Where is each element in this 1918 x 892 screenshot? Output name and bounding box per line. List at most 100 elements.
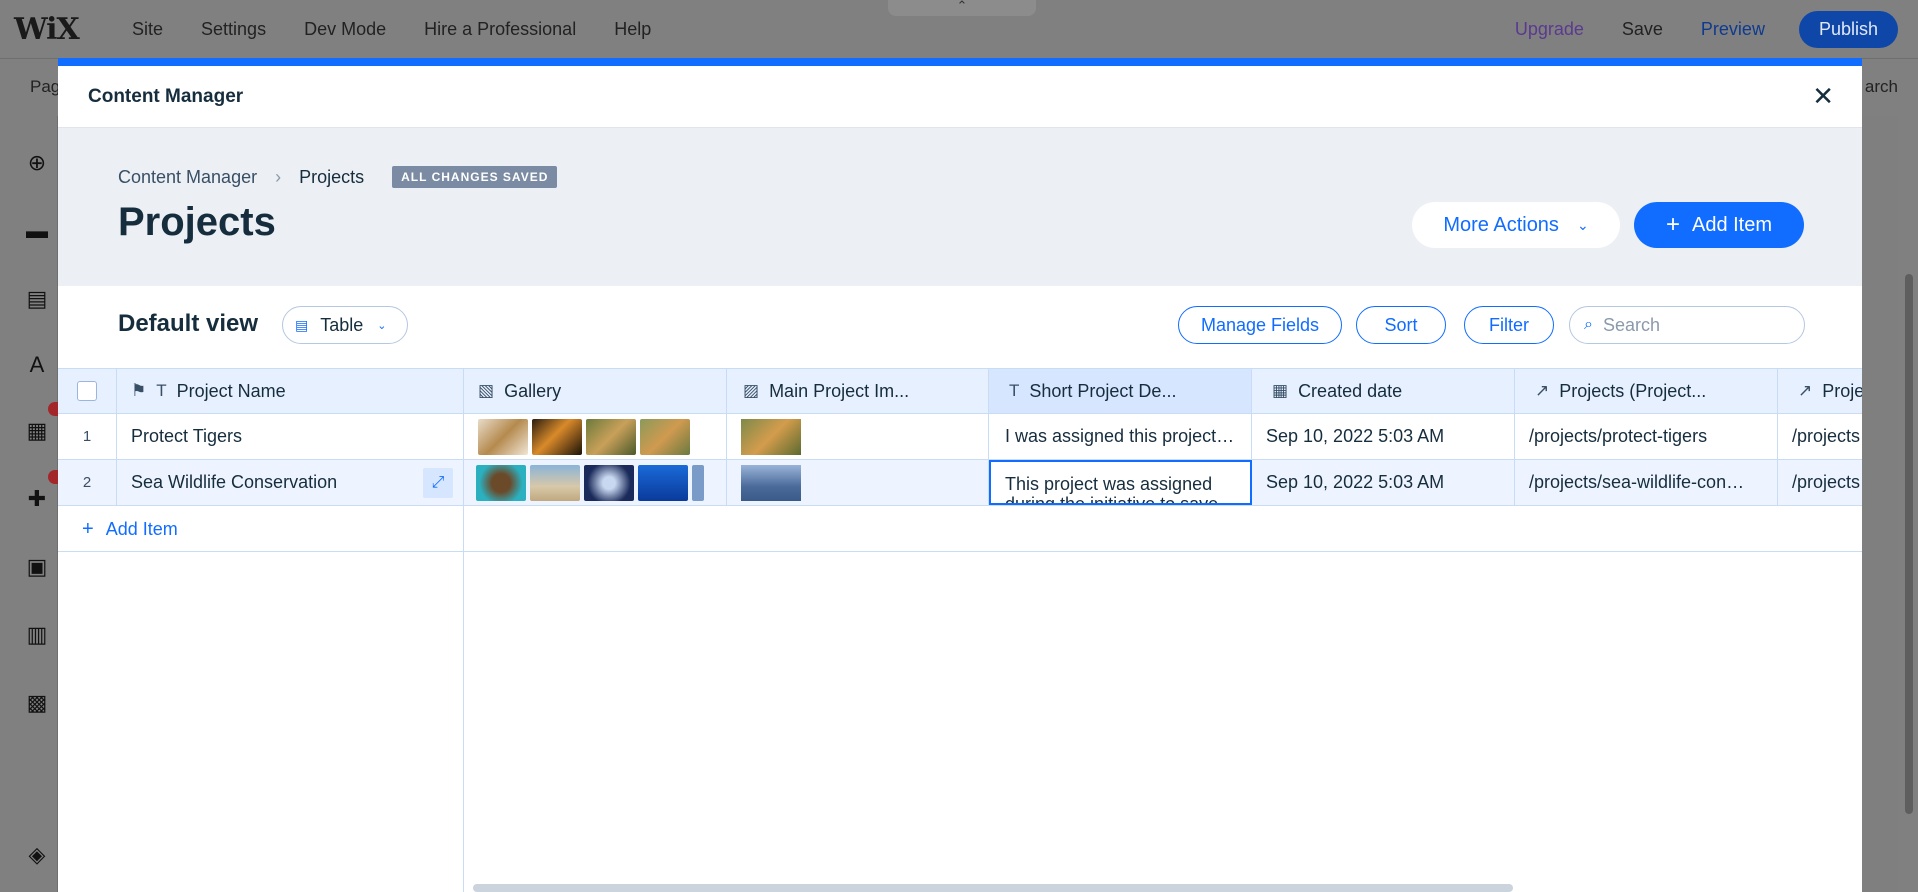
- breadcrumb-root[interactable]: Content Manager: [118, 167, 257, 188]
- add-item-row-label: Add Item: [105, 519, 178, 539]
- table-icon: ▤: [295, 316, 309, 333]
- preview-link[interactable]: Preview: [1701, 19, 1765, 40]
- view-type-label: Table: [320, 314, 364, 335]
- column-header-short-description[interactable]: T Short Project De...: [989, 369, 1252, 413]
- gallery-thumbnail: [478, 418, 528, 455]
- portfolio-icon[interactable]: ▩: [24, 690, 50, 716]
- column-header-created-date[interactable]: ▦ Created date: [1252, 369, 1515, 413]
- table-header-row: ⚑ T Project Name ▧ Gallery ▨ Main Projec…: [58, 368, 1862, 414]
- main-image-cell[interactable]: [727, 414, 989, 459]
- view-type-dropdown[interactable]: ▤ Table ⌄: [282, 306, 408, 344]
- row-number: 1: [58, 414, 117, 459]
- table-row[interactable]: 1 Protect Tigers I was assigned this pro…: [58, 414, 1862, 460]
- nav-hire-professional[interactable]: Hire a Professional: [424, 19, 576, 40]
- chevron-down-icon: ⌄: [377, 319, 387, 332]
- description-cell[interactable]: I was assigned this project…: [989, 414, 1252, 459]
- search-field[interactable]: ⌕: [1569, 306, 1805, 344]
- text-icon: T: [156, 381, 167, 400]
- editor-actions: Upgrade Save Preview Publish: [1515, 11, 1898, 48]
- editor-top-bar: WiX Site Settings Dev Mode Hire a Profes…: [0, 0, 1918, 58]
- pages-menu[interactable]: Pag: [30, 77, 60, 97]
- add-item-row: + Add Item: [58, 506, 1862, 552]
- main-image-thumbnail: [741, 418, 801, 455]
- select-all-checkbox[interactable]: [77, 381, 97, 401]
- more-actions-button[interactable]: More Actions ⌄: [1412, 202, 1620, 248]
- cms-icon[interactable]: ▥: [24, 622, 50, 648]
- image-icon: ▨: [743, 381, 760, 400]
- add-elements-icon[interactable]: ⊕: [24, 150, 50, 176]
- created-date-cell[interactable]: Sep 10, 2022 5:03 AM: [1252, 460, 1515, 505]
- external-link-icon: ↗: [1535, 381, 1550, 400]
- layers-icon[interactable]: ◈: [24, 842, 50, 868]
- filter-button[interactable]: Filter: [1464, 306, 1554, 344]
- theme-icon[interactable]: A: [24, 352, 50, 378]
- save-link[interactable]: Save: [1622, 19, 1663, 40]
- column-header-main-image[interactable]: ▨ Main Project Im...: [727, 369, 989, 413]
- media-icon[interactable]: ▣: [24, 554, 50, 580]
- content-manager-modal: Content Manager ✕ Content Manager › Proj…: [58, 58, 1862, 892]
- scrollbar-thumb[interactable]: [1905, 274, 1913, 814]
- main-image-cell[interactable]: [727, 460, 989, 505]
- project-name-text: Sea Wildlife Conservation: [131, 472, 338, 492]
- expand-icon[interactable]: ⤢: [423, 468, 453, 498]
- sort-button[interactable]: Sort: [1356, 306, 1446, 344]
- link-cell[interactable]: /projects/sea-wildlife-con…: [1515, 460, 1778, 505]
- primary-field-flag-icon: ⚑: [131, 381, 147, 400]
- pages-icon[interactable]: ▤: [24, 286, 50, 312]
- publish-button[interactable]: Publish: [1798, 11, 1898, 48]
- link-cell-2[interactable]: /projects: [1778, 414, 1862, 459]
- search-input[interactable]: [1602, 314, 1773, 336]
- add-item-row-button[interactable]: + Add Item: [82, 518, 178, 541]
- apps-icon[interactable]: ▦: [24, 418, 50, 444]
- upgrade-link[interactable]: Upgrade: [1515, 19, 1584, 40]
- notification-dot: [48, 470, 58, 484]
- plus-icon: +: [1665, 211, 1680, 238]
- collapse-topbar-handle[interactable]: ⌃: [888, 0, 1036, 16]
- plus-icon: +: [82, 518, 94, 540]
- business-icon[interactable]: ✚: [24, 486, 50, 512]
- breadcrumb-current: Projects: [299, 166, 365, 187]
- project-name-cell[interactable]: Sea Wildlife Conservation ⤢: [117, 460, 464, 505]
- page-title: Projects: [118, 200, 276, 244]
- table-row[interactable]: 2 Sea Wildlife Conservation ⤢ This proje…: [58, 460, 1862, 506]
- column-header-gallery[interactable]: ▧ Gallery: [464, 369, 727, 413]
- view-toolbar: Default view ▤ Table ⌄ Manage Fields Sor…: [58, 286, 1862, 368]
- more-actions-label: More Actions: [1443, 213, 1559, 236]
- nav-site[interactable]: Site: [132, 19, 163, 40]
- column-header-projects-link[interactable]: ↗ Projects (Project...: [1515, 369, 1778, 413]
- description-cell-editing[interactable]: This project was assigned during the ini…: [989, 460, 1252, 505]
- gallery-thumbnail: [586, 418, 636, 455]
- add-item-label: Add Item: [1691, 213, 1773, 236]
- nav-dev-mode[interactable]: Dev Mode: [304, 19, 386, 40]
- nav-settings[interactable]: Settings: [201, 19, 266, 40]
- project-name-cell[interactable]: Protect Tigers: [117, 414, 464, 459]
- created-date-cell[interactable]: Sep 10, 2022 5:03 AM: [1252, 414, 1515, 459]
- gallery-cell[interactable]: [464, 460, 727, 505]
- gallery-thumbnail: [640, 418, 690, 455]
- column-label: Proje: [1822, 380, 1862, 401]
- editor-left-rail: ⊕ ▬ ▤ A ▦ ✚ ▣ ▥ ▩ ◈: [0, 116, 58, 892]
- link-cell[interactable]: /projects/protect-tigers: [1515, 414, 1778, 459]
- close-icon[interactable]: ✕: [1812, 81, 1834, 112]
- external-link-icon: ↗: [1798, 381, 1813, 400]
- editor-search[interactable]: arch: [1865, 77, 1898, 97]
- row-number: 2: [58, 460, 117, 505]
- column-label: Main Project Im...: [769, 380, 910, 401]
- add-item-button[interactable]: + Add Item: [1634, 202, 1804, 248]
- manage-fields-button[interactable]: Manage Fields: [1178, 306, 1342, 344]
- editor-scrollbar[interactable]: [1898, 116, 1918, 892]
- gallery-cell[interactable]: [464, 414, 727, 459]
- status-badge: ALL CHANGES SAVED: [392, 166, 558, 188]
- horizontal-scrollbar[interactable]: [473, 884, 1513, 892]
- items-table: ⚑ T Project Name ▧ Gallery ▨ Main Projec…: [58, 368, 1862, 552]
- text-icon: T: [1009, 381, 1020, 400]
- link-cell-2[interactable]: /projects: [1778, 460, 1862, 505]
- sections-icon[interactable]: ▬: [24, 218, 50, 244]
- breadcrumb: Content Manager › Projects ALL CHANGES S…: [118, 166, 558, 188]
- notification-dot: [48, 402, 58, 416]
- column-header-project-name[interactable]: ⚑ T Project Name: [117, 369, 464, 413]
- collection-header: Content Manager › Projects ALL CHANGES S…: [58, 128, 1862, 286]
- column-header-projects-link-2[interactable]: ↗ Proje: [1778, 369, 1862, 413]
- calendar-icon: ▦: [1272, 381, 1289, 400]
- nav-help[interactable]: Help: [614, 19, 651, 40]
